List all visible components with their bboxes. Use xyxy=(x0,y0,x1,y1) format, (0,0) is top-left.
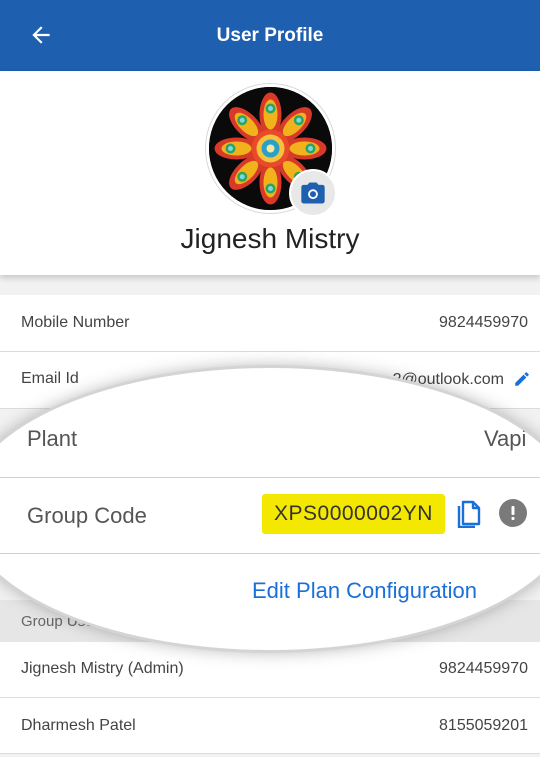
camera-icon xyxy=(301,182,325,204)
page-title: User Profile xyxy=(216,24,324,46)
copy-icon xyxy=(457,500,481,528)
plant-row: Plant Vapi xyxy=(0,402,540,478)
info-button[interactable] xyxy=(499,499,527,527)
email-label: Email Id xyxy=(21,370,79,387)
group-user-phone: 9824459970 xyxy=(439,660,528,677)
user-profile-screen: User Profile Jignesh Mistry Mobile Numbe… xyxy=(0,0,540,757)
mobile-number-row: Mobile Number 9824459970 xyxy=(0,295,540,352)
mobile-number-value: 9824459970 xyxy=(439,314,528,331)
info-icon xyxy=(511,506,515,520)
group-code-value: XPS0000002YN xyxy=(262,494,445,534)
group-user-phone: 8155059201 xyxy=(439,717,528,734)
group-code-label: Group Code xyxy=(27,503,147,528)
edit-email-button[interactable] xyxy=(513,370,531,393)
plant-label: Plant xyxy=(27,426,78,451)
copy-code-button[interactable] xyxy=(455,497,485,529)
arrow-left-icon xyxy=(32,26,50,44)
plant-value: Vapi xyxy=(484,426,527,451)
mobile-number-label: Mobile Number xyxy=(21,314,130,331)
pencil-icon xyxy=(515,372,529,386)
profile-name: Jignesh Mistry xyxy=(180,223,360,254)
zoom-callout: Plant Vapi Group Code XPS0000002YN Edit … xyxy=(0,368,540,650)
group-user-name: Dharmesh Patel xyxy=(21,717,136,734)
app-bar: User Profile xyxy=(0,0,540,71)
profile-card: Jignesh Mistry xyxy=(0,71,540,275)
group-user-row[interactable]: Dharmesh Patel 8155059201 xyxy=(0,698,540,754)
change-photo-button[interactable] xyxy=(289,169,337,217)
back-button[interactable] xyxy=(26,20,56,50)
edit-plan-configuration-link[interactable]: Edit Plan Configuration xyxy=(252,578,477,604)
group-user-row[interactable]: Jignesh Mistry (Admin) 9824459970 xyxy=(0,642,540,698)
group-user-name: Jignesh Mistry (Admin) xyxy=(21,660,184,677)
